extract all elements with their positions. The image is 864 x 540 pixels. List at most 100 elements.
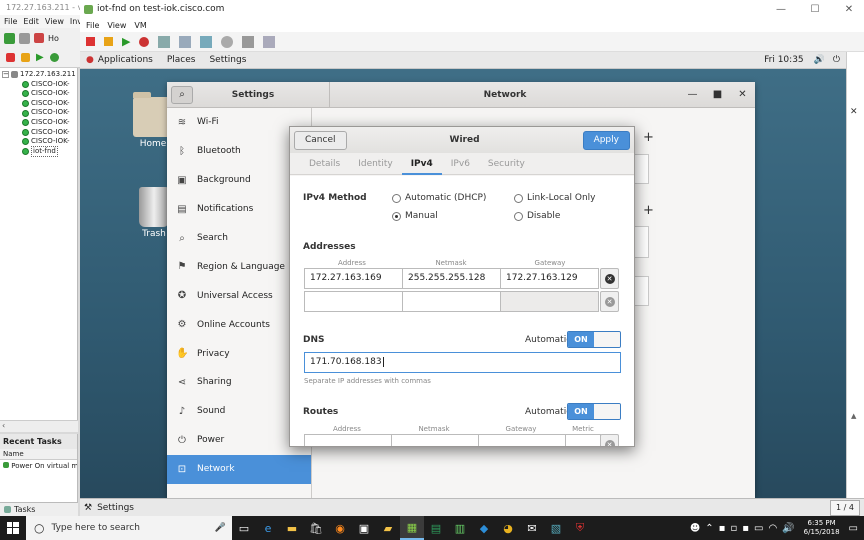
collapse-icon[interactable]: − [2,71,9,79]
task-view-icon[interactable]: ▭ [232,516,256,540]
folder-icon[interactable]: ▰ [376,516,400,540]
power-menu-icon[interactable]: ⏻ [833,55,840,65]
cd-icon[interactable] [221,35,234,48]
tray-network-icon[interactable]: ▫ [730,523,737,534]
add-vpn-plus-icon[interactable]: + [643,203,654,218]
recent-task-row[interactable]: Power On virtual m [0,460,77,472]
taskbar-clock[interactable]: 6:35 PM 6/15/2018 [804,519,840,537]
places-menu[interactable]: Places [167,55,196,65]
tree-vm[interactable]: CISCO-IOK- [0,89,77,99]
maximize-button[interactable]: ☐ [800,4,830,15]
gnome-clock[interactable]: Fri 10:35 [764,55,804,65]
settings-minimize-button[interactable]: — [680,89,705,100]
chrome-icon[interactable]: ◕ [496,516,520,540]
settings-maximize-button[interactable]: ■ [705,89,730,100]
scroll-left-icon[interactable]: ‹ [2,421,5,430]
vsphere-menu-view[interactable]: View [45,17,64,26]
vsphere-menu-edit[interactable]: Edit [23,17,39,26]
volume-icon[interactable]: 🔊 [814,55,825,65]
tab-ipv4[interactable]: IPv4 [401,153,442,175]
store-icon[interactable]: 🛍 [304,516,328,540]
suspend-icon[interactable] [104,37,113,46]
firefox-icon[interactable]: ◉ [328,516,352,540]
home-tab[interactable]: Ho [48,34,59,43]
gateway-input-empty[interactable] [500,291,599,312]
vsphere-client-icon[interactable]: ▦ [400,516,424,540]
method-automatic-radio[interactable]: Automatic (DHCP) [392,193,486,203]
apply-button[interactable]: Apply [582,130,630,150]
home-icon[interactable] [34,33,44,43]
notes-icon[interactable]: ▧ [544,516,568,540]
forward-icon[interactable] [19,32,30,44]
microphone-icon[interactable]: 🎤 [215,523,226,533]
netmask-input-empty[interactable] [402,291,501,312]
delete-empty-address-button[interactable]: ✕ [600,291,619,312]
stop-icon[interactable] [6,53,15,62]
vsphere-menu-file[interactable]: File [4,17,17,26]
settings-menu[interactable]: Settings [209,55,246,65]
scroll-up-icon[interactable]: ▲ [851,412,856,420]
add-connection-plus-icon[interactable]: + [643,130,654,145]
recent-tasks-column[interactable]: Name [0,449,77,460]
pause-icon[interactable] [21,53,30,62]
snapshot-icon[interactable] [158,35,171,48]
address-input[interactable]: 172.27.163.169 [304,268,403,289]
tree-vm[interactable]: CISCO-IOK- [0,99,77,109]
window-list-settings[interactable]: ⚒ Settings [80,503,134,513]
reset-icon[interactable] [139,36,150,47]
people-icon[interactable]: ☻ [690,523,700,534]
tray-volume-icon[interactable]: 🔊 [782,523,794,534]
method-disable-radio[interactable]: Disable [514,211,560,221]
close-button[interactable]: ✕ [834,4,864,15]
terminal-icon[interactable]: ▣ [352,516,376,540]
console-menu-view[interactable]: View [107,21,126,30]
tasks-tab[interactable]: Tasks [0,502,78,516]
workspace-indicator[interactable]: 1 / 4 [830,499,860,516]
method-link-local-radio[interactable]: Link-Local Only [514,193,595,203]
netmask-input[interactable]: 255.255.255.128 [402,268,501,289]
console-menu-vm[interactable]: VM [134,21,146,30]
revert-icon[interactable] [179,35,192,48]
tab-details[interactable]: Details [300,153,349,175]
taskbar-search-box[interactable]: ○ Type here to search 🎤 [26,516,232,540]
tree-vm[interactable]: CISCO-IOK- [0,80,77,90]
power-on-icon[interactable]: ▶ [122,35,130,48]
gateway-input[interactable]: 172.27.163.129 [500,268,599,289]
mail-icon[interactable]: ✉ [520,516,544,540]
method-manual-radio[interactable]: Manual [392,211,438,221]
cancel-button[interactable]: Cancel [294,130,347,150]
tree-vm[interactable]: CISCO-IOK- [0,108,77,118]
play-icon[interactable]: ▶ [36,52,44,63]
back-icon[interactable] [4,32,15,44]
route-address-input[interactable] [304,434,392,446]
delete-address-button[interactable]: ✕ [600,268,619,289]
edge-icon[interactable]: e [256,516,280,540]
floppy-icon[interactable] [242,35,255,48]
power-off-icon[interactable] [86,37,95,46]
start-button[interactable] [0,516,26,540]
reset-icon[interactable] [49,53,59,62]
tree-vm-selected[interactable]: iot-fnd [0,145,77,158]
app-blue-icon[interactable]: ◆ [472,516,496,540]
tree-vm[interactable]: CISCO-IOK- [0,118,77,128]
console-menu-file[interactable]: File [86,21,99,30]
settings-search-button[interactable]: ⌕ [171,85,193,104]
dns-input[interactable]: 171.70.168.183​ [304,352,621,373]
vsphere-menu-inventory[interactable]: Inve [70,17,80,26]
snapshot-manager-icon[interactable] [200,35,213,48]
tray-wifi-icon[interactable]: ◠ [768,523,777,534]
tray-security-icon[interactable]: ▪ [742,523,749,534]
tab-security[interactable]: Security [479,153,534,175]
dns-automatic-switch[interactable]: ON [567,331,621,348]
route-netmask-input[interactable] [391,434,479,446]
action-center-icon[interactable]: ▭ [849,523,858,534]
route-gateway-input[interactable] [478,434,566,446]
tree-host[interactable]: − 172.27.163.211 [0,70,77,80]
vm-console-icon[interactable]: ▥ [448,516,472,540]
tray-app-icon[interactable]: ▪ [719,523,726,534]
tree-horizontal-scrollbar[interactable]: ‹ [0,420,78,432]
route-metric-input[interactable] [565,434,601,446]
mcafee-icon[interactable]: ⛨ [568,516,592,540]
tab-identity[interactable]: Identity [349,153,402,175]
close-x-icon[interactable]: ✕ [850,107,858,117]
